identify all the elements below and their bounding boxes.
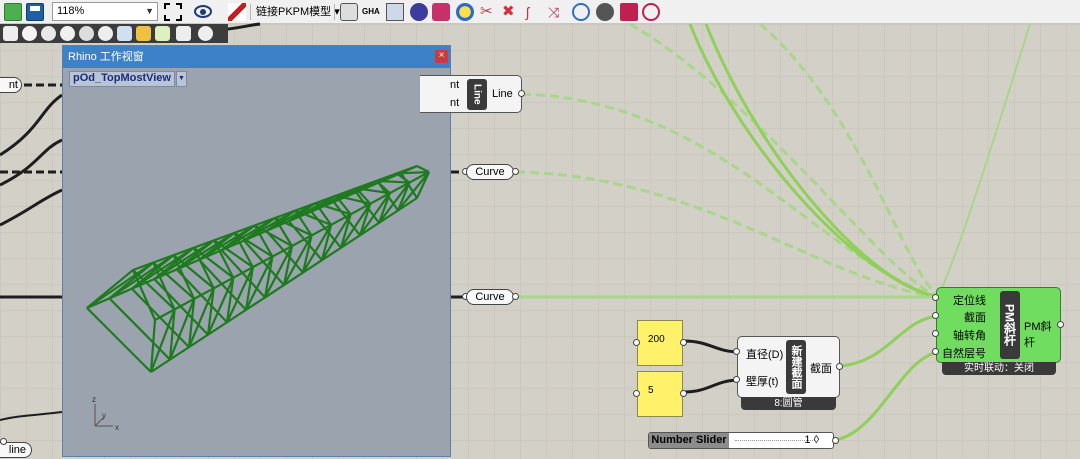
pm-input-grip-4[interactable] [932,348,939,355]
section-input-grip-t[interactable] [733,376,740,383]
section-input-diameter: 直径(D) [746,349,784,361]
cube-tool-icon[interactable] [79,26,94,41]
pm-caption-text: 实时联动：关闭 [964,363,1034,374]
section-output: 截面 [810,363,832,375]
slider-track[interactable] [735,440,815,442]
thickness-value: 5 [648,385,654,396]
diameter-panel[interactable]: 200 [637,320,683,366]
section-input-grip-d[interactable] [733,348,740,355]
component-palette [0,24,228,43]
slider-output-grip[interactable] [832,437,839,444]
pm-name-text: PM斜杆 [1002,304,1017,346]
curve-param-label: Curve [475,291,505,303]
axis-x-label: x [115,423,119,432]
pm-input-grip-3[interactable] [932,330,939,337]
arrow-tool-icon[interactable] [155,26,170,41]
curve-param-2[interactable]: Curve [466,289,514,305]
slider-value: 1 ◊ [804,434,819,446]
hex-tool-icon[interactable] [60,26,75,41]
pm-caption: 实时联动：关闭 [942,362,1056,375]
truss-model-drawing: z x y [86,164,430,432]
chat-tool-icon[interactable] [198,26,213,41]
pm-input-section: 截面 [964,312,986,324]
pm-output-grip[interactable] [1057,321,1064,328]
thickness-panel-left-grip[interactable] [633,390,640,397]
line-component-name: Line [467,79,487,110]
sort-tool-icon[interactable] [136,26,151,41]
curve-tool-icon[interactable] [3,26,18,41]
axis-z-label: z [92,395,96,404]
thickness-panel[interactable]: 5 [637,371,683,417]
pm-input-locator-line: 定位线 [953,295,986,307]
pm-component-name: PM斜杆 [1000,291,1020,359]
section-component[interactable]: 直径(D) 壁厚(t) 新建截面 截面 [737,336,840,398]
diameter-value: 200 [648,334,665,345]
pm-input-rotation: 轴转角 [953,330,986,342]
close-glyph: × [438,50,445,61]
thickness-panel-right-grip[interactable] [680,390,687,397]
rhino-window-titlebar[interactable]: Rhino 工作视窗 × [63,46,450,68]
link-tool-icon[interactable] [98,26,113,41]
rhino-viewport-window: Rhino 工作视窗 × pOd_TopMostView ▼ z x y [62,45,451,457]
section-component-name: 新建截面 [786,340,806,394]
brush-tool-icon[interactable] [41,26,56,41]
download-tool-icon[interactable] [176,26,191,41]
rhino-window-title: Rhino 工作视窗 [68,51,144,63]
axis-y-label: y [102,411,106,420]
curve-param-label: Curve [475,166,505,178]
left-param-label: nt [8,79,18,91]
rhino-viewport[interactable]: pOd_TopMostView ▼ z x y [63,68,450,456]
pm-diagonal-component[interactable]: 定位线 截面 轴转角 自然层号 PM斜杆 PM斜杆 [936,287,1061,363]
pen-tool-icon[interactable] [22,26,37,41]
curve-2-output-grip[interactable] [512,293,519,300]
line-component[interactable]: nt nt Line Line [420,75,522,113]
section-input-thickness: 壁厚(t) [746,376,779,388]
section-caption-text: 8:圆管 [774,398,803,409]
pm-output: PM斜杆 [1024,321,1052,349]
output-grip[interactable] [0,438,7,445]
close-icon[interactable]: × [435,50,448,63]
curve-param-1[interactable]: Curve [466,164,514,180]
slider-name-text: Number Slider [651,434,727,446]
slider-name: Number Slider [649,433,729,448]
box-tool-icon[interactable] [117,26,132,41]
pm-input-grip-2[interactable] [932,312,939,319]
section-caption: 8:圆管 [741,397,836,410]
pm-input-grip-1[interactable] [932,294,939,301]
diameter-panel-left-grip[interactable] [633,339,640,346]
line-output: Line [492,88,513,100]
curve-1-output-grip[interactable] [512,168,519,175]
section-output-grip[interactable] [836,363,843,370]
line-input-a: nt [450,79,460,91]
pm-input-floor: 自然层号 [942,348,986,360]
left-point-param-top[interactable]: nt [0,77,22,93]
line-name-text: Line [471,84,483,105]
section-name-text: 新建截面 [790,345,802,389]
diameter-panel-right-grip[interactable] [680,339,687,346]
line-input-b: nt [450,97,460,109]
left-param-label: line [8,444,26,456]
number-slider[interactable]: Number Slider 1 ◊ [648,432,834,449]
line-output-grip[interactable] [518,90,525,97]
